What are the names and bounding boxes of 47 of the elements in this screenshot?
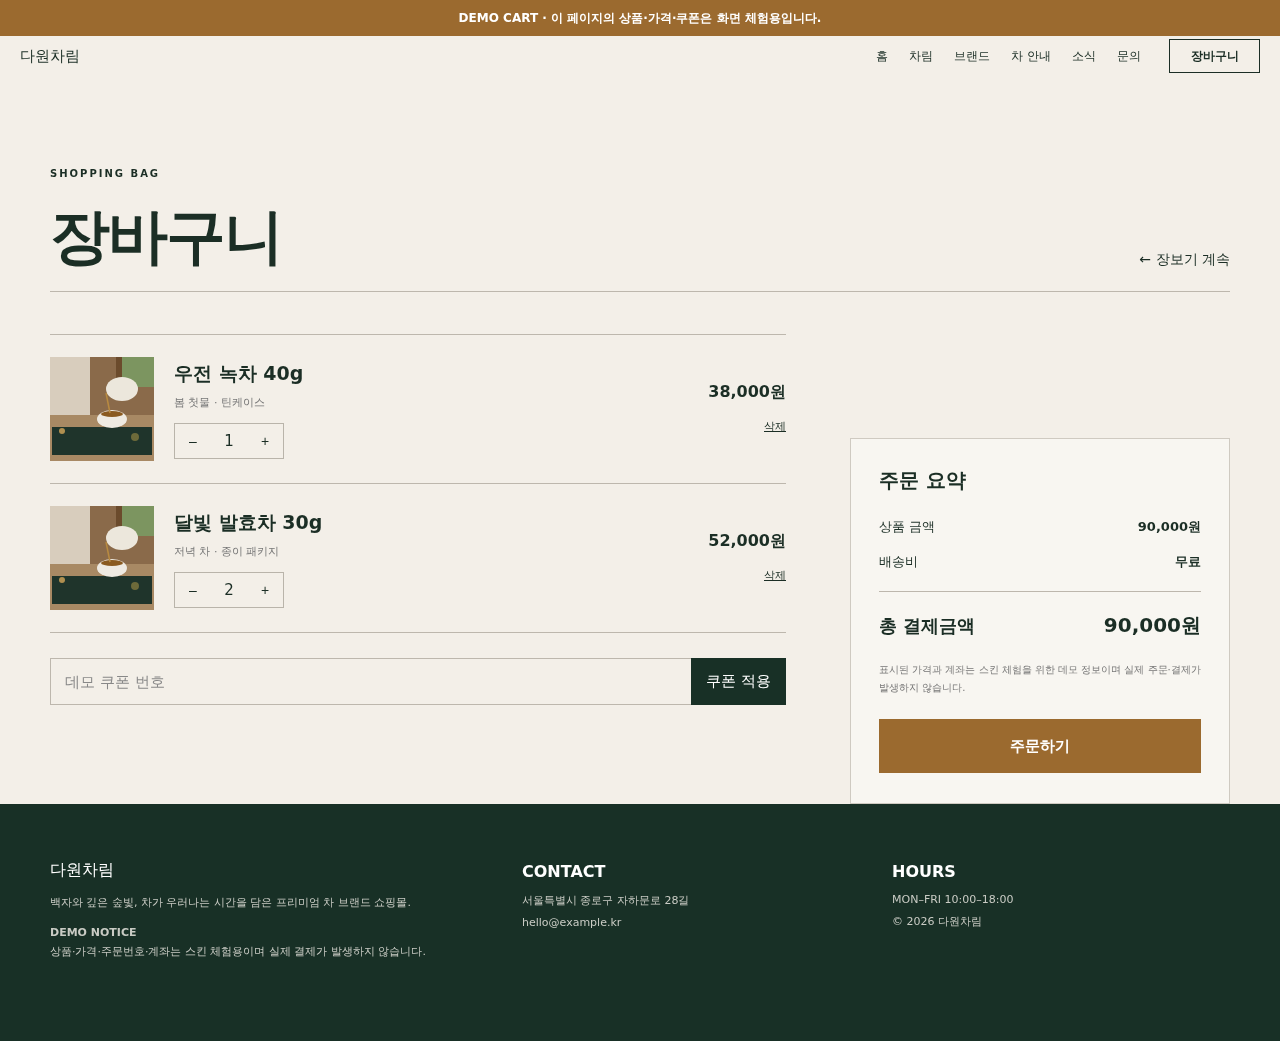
total-value: 90,000원 (1103, 612, 1201, 639)
remove-link[interactable]: 삭제 (764, 419, 786, 434)
demo-banner: DEMO CART · 이 페이지의 상품·가격·쿠폰은 화면 체험용입니다. (0, 0, 1280, 36)
summary-label: 상품 금액 (879, 518, 936, 536)
decrement-button[interactable]: – (175, 424, 211, 458)
footer-text: 서울특별시 종로구 자하문로 28길 (522, 893, 691, 908)
footer-brand: 다원차림 (50, 860, 115, 881)
nav-link[interactable]: 소식 (1072, 47, 1096, 65)
demo-note: 표시된 가격과 계좌는 스킨 체험을 위한 데모 정보이며 실제 주문·결제가 발생하지 않습니다. (879, 663, 1201, 695)
footer-tagline: 백자와 깊은 숲빛, 차가 우러나는 시간을 담은 프리미엄 차 브랜드 쇼핑몰. (50, 895, 412, 910)
product-options: 봄 첫물 · 틴케이스 (174, 395, 709, 410)
quantity-value: 1 (223, 432, 235, 450)
summary-value: 무료 (1175, 553, 1201, 571)
product-name[interactable]: 우전 녹차 40g (174, 361, 709, 387)
order-button[interactable]: 주문하기 (879, 719, 1201, 773)
footer-heading: HOURS (892, 862, 957, 881)
nav-link[interactable]: 홈 (876, 47, 889, 65)
nav-link[interactable]: 브랜드 (954, 47, 991, 65)
product-price: 38,000원 (708, 382, 786, 403)
decrement-button[interactable]: – (175, 573, 211, 607)
footer-text: © 2026 다원차림 (892, 914, 983, 929)
product-name[interactable]: 달빛 발효차 30g (174, 510, 709, 536)
footer-heading: CONTACT (522, 862, 607, 881)
footer-text: MON–FRI 10:00–18:00 (892, 893, 1015, 906)
nav-link[interactable]: 차림 (909, 47, 934, 65)
page-title: 장바구니 (50, 201, 282, 271)
coupon-field[interactable]: 데모 쿠폰 번호 (50, 658, 691, 705)
brand-logo[interactable]: 다원차림 (20, 46, 80, 66)
continue-shopping-link[interactable]: ← 장보기 계속 (1139, 251, 1230, 269)
increment-button[interactable]: + (247, 573, 283, 607)
eyebrow-label: SHOPPING BAG (50, 168, 162, 179)
remove-link[interactable]: 삭제 (764, 568, 786, 583)
nav-link[interactable]: 문의 (1117, 47, 1141, 65)
apply-coupon-button[interactable]: 쿠폰 적용 (691, 658, 786, 705)
nav-link[interactable]: 차 안내 (1011, 47, 1051, 65)
summary-label: 배송비 (879, 553, 918, 571)
total-label: 총 결제금액 (879, 613, 976, 638)
cart-button[interactable]: 장바구니 (1169, 39, 1260, 73)
quantity-value: 2 (223, 581, 235, 599)
product-price: 52,000원 (708, 531, 786, 552)
increment-button[interactable]: + (247, 424, 283, 458)
product-options: 저녁 차 · 종이 패키지 (174, 544, 709, 559)
summary-title: 주문 요약 (879, 467, 967, 494)
notice-text: 상품·가격·주문번호·계좌는 스킨 체험용이며 실제 결제가 발생하지 않습니다. (50, 944, 427, 959)
notice-title: DEMO NOTICE (50, 926, 138, 939)
summary-value: 90,000원 (1137, 518, 1201, 536)
footer-text: hello@example.kr (522, 916, 623, 929)
